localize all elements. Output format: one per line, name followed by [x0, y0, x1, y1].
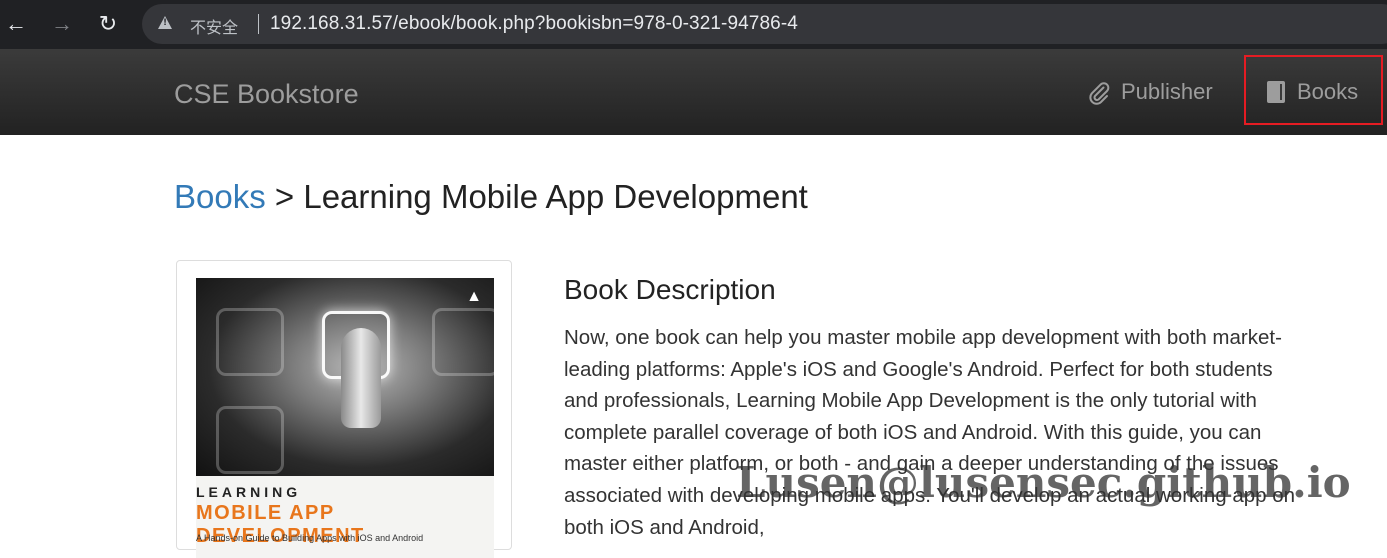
cover-tile	[432, 308, 494, 376]
arrow-right-icon[interactable]: →	[46, 8, 78, 40]
reload-icon[interactable]: ↻	[92, 8, 124, 40]
cover-learning-text: LEARNING	[196, 484, 302, 500]
nav-item-label: Publisher	[1121, 79, 1213, 104]
divider	[258, 14, 259, 34]
description-heading: Book Description	[564, 274, 776, 305]
book-cover-thumbnail: ▲ LEARNING MOBILE APP DEVELOPMENT A Hand…	[176, 260, 512, 558]
cover-tile	[216, 406, 284, 474]
cover-finger	[341, 328, 381, 428]
publisher-logo-icon: ▲	[466, 288, 482, 305]
book-cover-image: ▲ LEARNING MOBILE APP DEVELOPMENT A Hand…	[196, 278, 494, 558]
description-text: Now, one book can help you master mobile…	[564, 326, 1296, 539]
watermark: Lusen@lusensec.github.io	[736, 458, 1351, 507]
site-navbar: CSE Bookstore Publisher Books	[0, 49, 1387, 135]
cover-tile	[216, 308, 284, 376]
warning-icon[interactable]	[158, 16, 172, 29]
cover-photo: ▲	[196, 278, 494, 476]
breadcrumb-books-link[interactable]: Books	[174, 178, 266, 215]
url-text[interactable]: 192.168.31.57/ebook/book.php?bookisbn=97…	[270, 13, 798, 35]
brand-link[interactable]: CSE Bookstore	[174, 79, 359, 110]
paperclip-icon	[1087, 81, 1110, 105]
highlight-box	[1244, 55, 1383, 125]
browser-toolbar: ← → ↻ 不安全 192.168.31.57/ebook/book.php?b…	[0, 0, 1387, 49]
page-title: Learning Mobile App Development	[303, 178, 808, 215]
breadcrumb-separator: >	[274, 178, 295, 215]
address-bar[interactable]: 不安全 192.168.31.57/ebook/book.php?bookisb…	[142, 4, 1387, 44]
security-label[interactable]: 不安全	[190, 14, 238, 38]
breadcrumb: Books > Learning Mobile App Development	[174, 178, 808, 216]
nav-item-publisher[interactable]: Publisher	[1087, 79, 1213, 105]
arrow-left-icon[interactable]: ←	[0, 8, 32, 40]
